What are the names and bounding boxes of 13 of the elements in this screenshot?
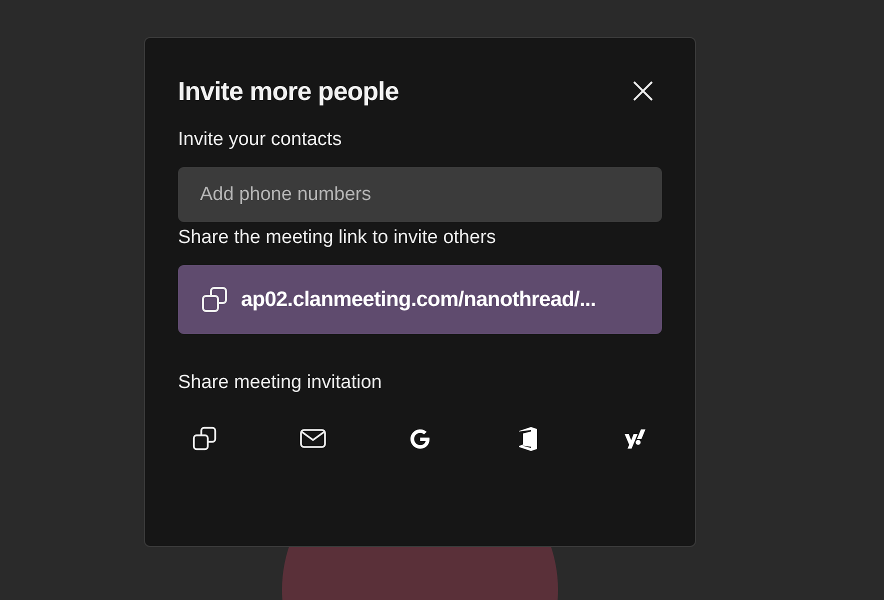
mail-icon	[300, 429, 326, 449]
office-logo-icon	[518, 427, 538, 451]
copy-icon	[201, 286, 229, 314]
link-label: Share the meeting link to invite others	[178, 227, 497, 249]
dialog-title: Invite more people	[178, 76, 399, 106]
contacts-label: Invite your contacts	[178, 129, 343, 151]
copy-link-button[interactable]: ap02.clanmeeting.com/nanothread/...	[178, 265, 662, 334]
y-logo-icon	[624, 428, 646, 450]
phone-input-field[interactable]: Add phone numbers	[178, 167, 662, 222]
copy-icon	[192, 425, 218, 453]
meeting-link: ap02.clanmeeting.com/nanothread/...	[241, 288, 596, 312]
g-logo-icon	[410, 429, 430, 449]
share-label: Share meeting invitation	[178, 372, 383, 394]
